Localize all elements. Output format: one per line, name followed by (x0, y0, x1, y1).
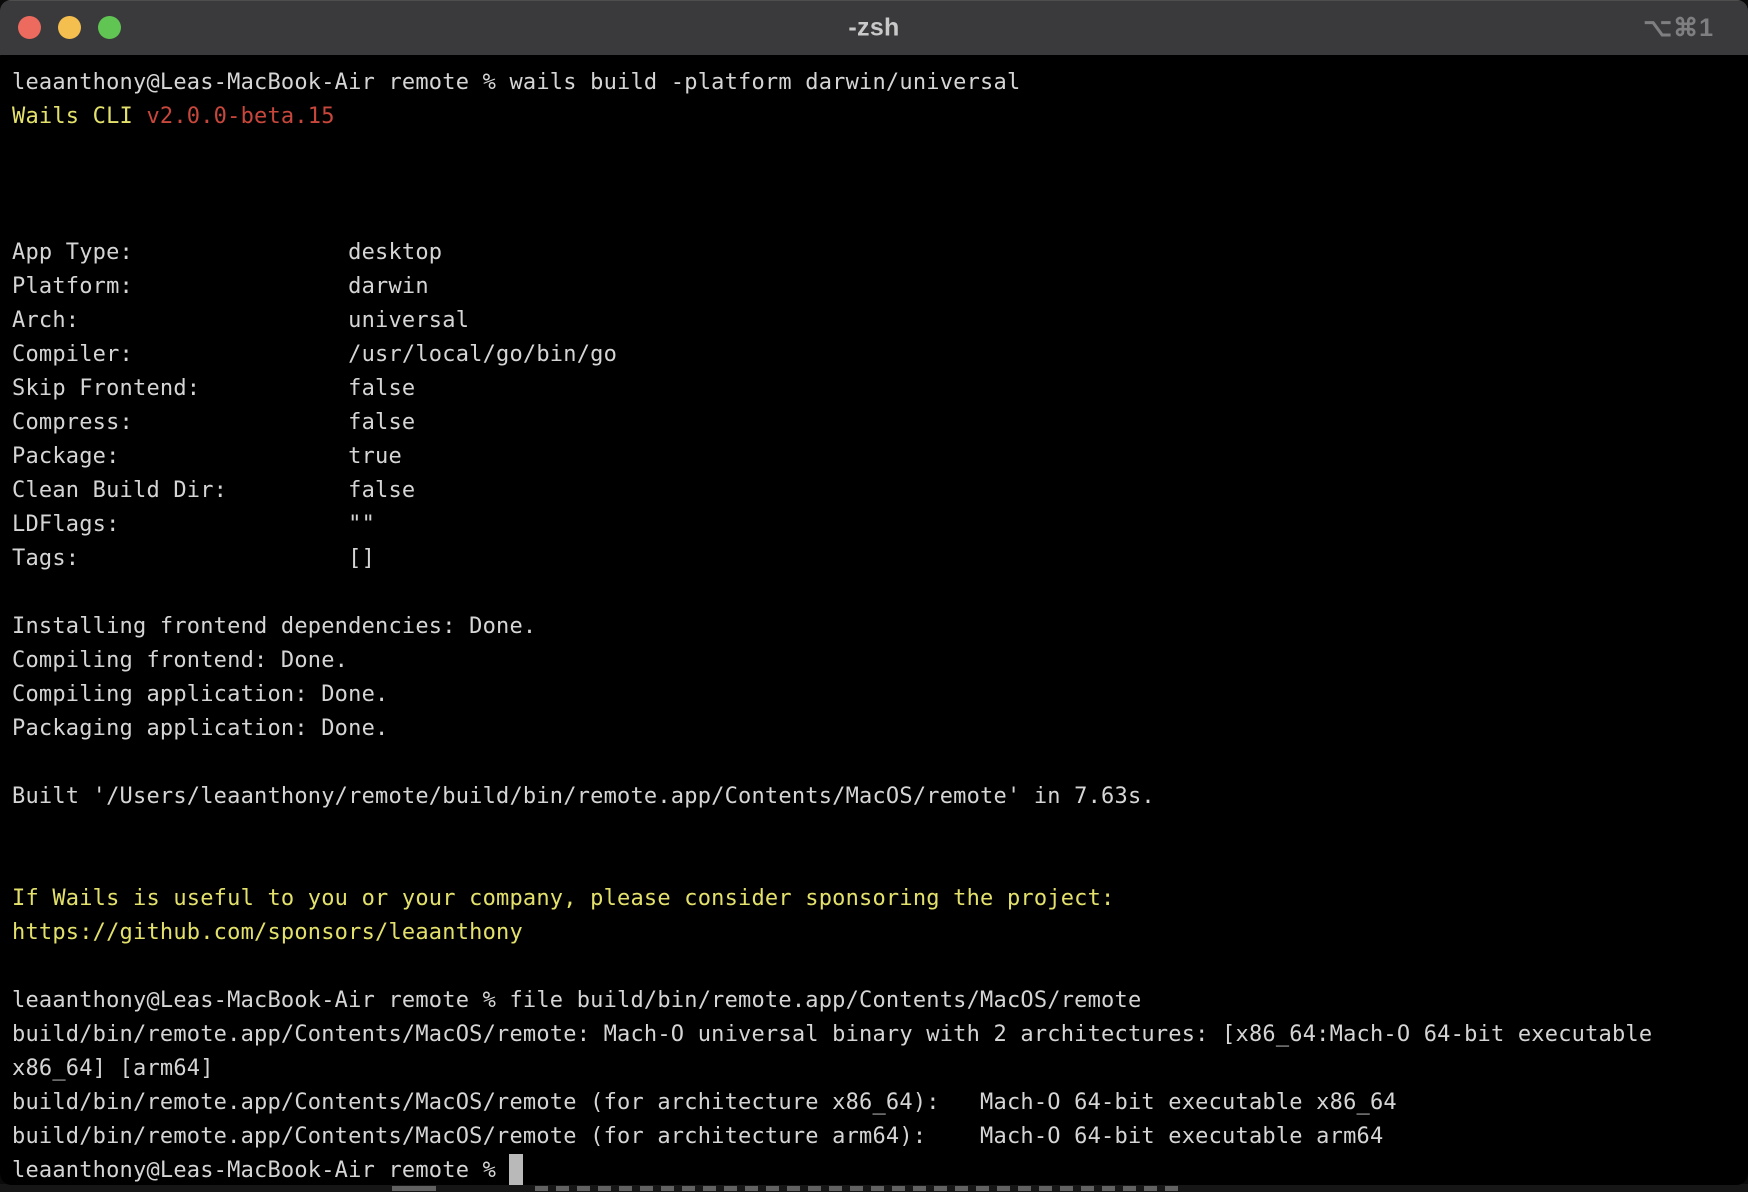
terminal-screen[interactable]: leaanthony@Leas-MacBook-Air remote % wai… (0, 56, 1748, 1185)
terminal-text-segment: x86_64] [arm64] (12, 1056, 214, 1081)
terminal-line (12, 202, 1748, 236)
terminal-line: Arch: universal (12, 304, 1748, 338)
terminal-text-segment: Platform: darwin (12, 274, 429, 299)
terminal-line: Compiling frontend: Done. (12, 644, 1748, 678)
terminal-line: leaanthony@Leas-MacBook-Air remote % (12, 1154, 1748, 1185)
zoom-button[interactable] (98, 16, 121, 39)
close-button[interactable] (18, 16, 41, 39)
terminal-text-segment: Tags: [] (12, 546, 375, 571)
terminal-text-segment: build/bin/remote.app/Contents/MacOS/remo… (12, 1124, 1383, 1149)
terminal-text-segment: v2.0.0-beta.15 (146, 104, 334, 129)
terminal-text-segment: Built '/Users/leaanthony/remote/build/bi… (12, 784, 1155, 809)
minimize-button[interactable] (58, 16, 81, 39)
terminal-line: Platform: darwin (12, 270, 1748, 304)
terminal-line: Wails CLI v2.0.0-beta.15 (12, 100, 1748, 134)
terminal-line: Tags: [] (12, 542, 1748, 576)
terminal-text-segment: Clean Build Dir: false (12, 478, 415, 503)
terminal-line: If Wails is useful to you or your compan… (12, 882, 1748, 916)
terminal-line (12, 848, 1748, 882)
terminal-window: -zsh ⌥⌘1 leaanthony@Leas-MacBook-Air rem… (0, 0, 1748, 1185)
terminal-text-segment: leaanthony@Leas-MacBook-Air remote % wai… (12, 70, 1020, 95)
terminal-text-segment: If Wails is useful to you or your compan… (12, 886, 1115, 911)
terminal-text-segment: leaanthony@Leas-MacBook-Air remote % fil… (12, 988, 1141, 1013)
window-titlebar[interactable]: -zsh ⌥⌘1 (0, 0, 1748, 55)
terminal-line: x86_64] [arm64] (12, 1052, 1748, 1086)
terminal-line: Installing frontend dependencies: Done. (12, 610, 1748, 644)
terminal-text-segment: Wails CLI (12, 104, 146, 129)
terminal-text-segment: leaanthony@Leas-MacBook-Air remote % (12, 1158, 509, 1183)
terminal-line: Package: true (12, 440, 1748, 474)
terminal-line: Packaging application: Done. (12, 712, 1748, 746)
terminal-line (12, 814, 1748, 848)
terminal-line: build/bin/remote.app/Contents/MacOS/remo… (12, 1018, 1748, 1052)
terminal-line: https://github.com/sponsors/leaanthony (12, 916, 1748, 950)
terminal-cursor (509, 1154, 522, 1185)
terminal-line: leaanthony@Leas-MacBook-Air remote % fil… (12, 984, 1748, 1018)
terminal-line (12, 950, 1748, 984)
terminal-line: Built '/Users/leaanthony/remote/build/bi… (12, 780, 1748, 814)
background-window-sliver (0, 1184, 1748, 1192)
terminal-text-segment: Arch: universal (12, 308, 469, 333)
terminal-line (12, 168, 1748, 202)
terminal-line: Clean Build Dir: false (12, 474, 1748, 508)
terminal-text-segment: Packaging application: Done. (12, 716, 388, 741)
traffic-lights (18, 0, 121, 55)
terminal-line: Compiler: /usr/local/go/bin/go (12, 338, 1748, 372)
terminal-text-segment: Compress: false (12, 410, 415, 435)
terminal-line: Skip Frontend: false (12, 372, 1748, 406)
terminal-line: build/bin/remote.app/Contents/MacOS/remo… (12, 1086, 1748, 1120)
terminal-text-segment: App Type: desktop (12, 240, 442, 265)
terminal-line (12, 746, 1748, 780)
terminal-text-segment: Compiler: /usr/local/go/bin/go (12, 342, 617, 367)
terminal-text-segment: LDFlags: "" (12, 512, 375, 537)
terminal-line: App Type: desktop (12, 236, 1748, 270)
window-keyboard-shortcut: ⌥⌘1 (1643, 13, 1714, 43)
background-text-fragment (535, 1186, 1180, 1191)
terminal-text-segment: Compiling frontend: Done. (12, 648, 348, 673)
terminal-text-segment: build/bin/remote.app/Contents/MacOS/remo… (12, 1022, 1652, 1047)
terminal-line: build/bin/remote.app/Contents/MacOS/remo… (12, 1120, 1748, 1154)
terminal-line: leaanthony@Leas-MacBook-Air remote % wai… (12, 66, 1748, 100)
terminal-line (12, 576, 1748, 610)
terminal-text-segment: Skip Frontend: false (12, 376, 415, 401)
terminal-line (12, 134, 1748, 168)
terminal-text-segment: Installing frontend dependencies: Done. (12, 614, 536, 639)
terminal-text-segment: build/bin/remote.app/Contents/MacOS/remo… (12, 1090, 1397, 1115)
terminal-text-segment: https://github.com/sponsors/leaanthony (12, 920, 523, 945)
background-text-fragment (392, 1186, 436, 1191)
terminal-text-segment: Compiling application: Done. (12, 682, 388, 707)
terminal-line: LDFlags: "" (12, 508, 1748, 542)
window-title: -zsh (848, 13, 899, 42)
terminal-line: Compress: false (12, 406, 1748, 440)
terminal-line: Compiling application: Done. (12, 678, 1748, 712)
terminal-text-segment: Package: true (12, 444, 402, 469)
